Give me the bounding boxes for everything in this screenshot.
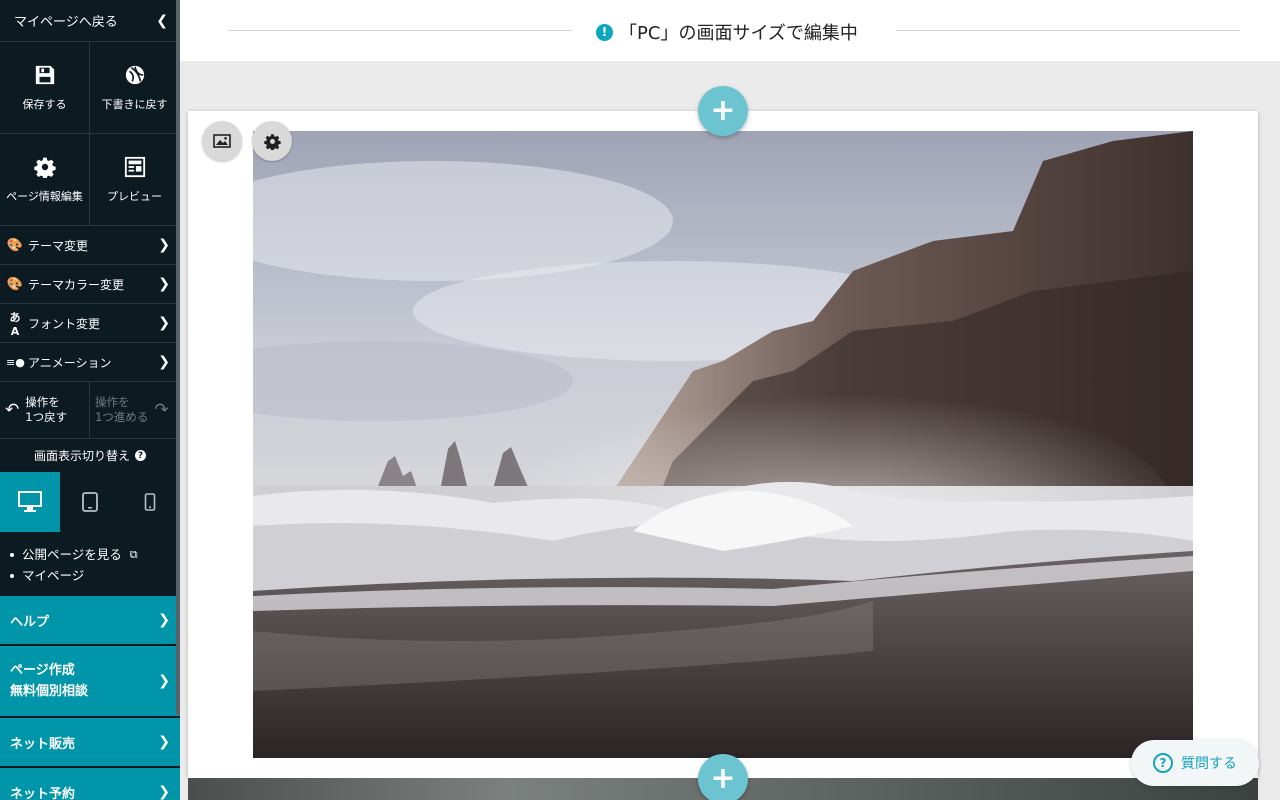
net-reservation-menu-item[interactable]: ネット予約 ❯	[0, 768, 180, 800]
font-change-item[interactable]: あA フォント変更 ❯	[0, 304, 180, 343]
animation-icon: ≡●	[6, 355, 25, 369]
chevron-left-icon: ❮	[156, 12, 168, 29]
help-question-icon[interactable]: ?	[135, 450, 146, 461]
chevron-right-icon: ❯	[158, 354, 170, 370]
animation-item[interactable]: ≡● アニメーション ❯	[0, 343, 180, 382]
smartphone-icon	[144, 493, 156, 511]
device-pc-button[interactable]	[0, 472, 60, 532]
redo-icon: ↷	[154, 399, 169, 420]
help-menu-item[interactable]: ヘルプ ❯	[0, 596, 180, 646]
undo-label-line2: 1つ戻す	[25, 410, 68, 424]
tablet-icon	[82, 492, 98, 512]
redo-label-line1: 操作を	[95, 395, 130, 409]
save-button[interactable]: 保存する	[0, 42, 89, 133]
chevron-right-icon: ❯	[158, 276, 170, 292]
consultation-label-line2: 無料個別相談	[10, 684, 89, 699]
help-menu-label: ヘルプ	[10, 614, 50, 630]
plus-icon: +	[710, 761, 736, 796]
color-palette-icon: 🎨	[6, 276, 24, 292]
net-sales-label: ネット販売	[10, 736, 76, 752]
mypage-link[interactable]: マイページ	[10, 565, 180, 586]
image-replace-button[interactable]	[202, 121, 242, 161]
external-link-icon: ⧉	[129, 548, 138, 561]
gear-icon	[33, 157, 56, 178]
chevron-right-icon: ❯	[158, 315, 170, 331]
restore-draft-label: 下書きに戻す	[101, 97, 168, 111]
net-reservation-label: ネット予約	[10, 786, 76, 800]
theme-color-change-item[interactable]: 🎨 テーマカラー変更 ❯	[0, 265, 180, 304]
view-switch-title: 画面表示切り替え ?	[0, 439, 180, 472]
editor-sidebar: マイページへ戻る ❮ 保存する 下書きに戻す ページ情報編集 プレビュー 🎨 テー…	[0, 0, 180, 800]
view-public-page-link[interactable]: 公開ページを見る ⧉	[10, 544, 180, 565]
image-icon	[213, 134, 231, 148]
page-info-edit-label: ページ情報編集	[6, 189, 83, 203]
editing-mode-banner: ! 「PC」の画面サイズで編集中	[180, 0, 1280, 61]
redo-label-line2: 1つ進める	[95, 410, 149, 424]
theme-change-label: テーマ変更	[28, 238, 89, 253]
editing-mode-message: 「PC」の画面サイズで編集中	[617, 19, 864, 45]
back-to-mypage-button[interactable]: マイページへ戻る ❮	[0, 0, 180, 42]
theme-color-change-label: テーマカラー変更	[28, 277, 125, 292]
font-icon: あA	[9, 310, 21, 338]
restore-draft-icon	[125, 65, 144, 84]
plus-icon: +	[710, 93, 736, 128]
palette-icon: 🎨	[6, 237, 24, 253]
add-section-above-button[interactable]: +	[698, 86, 748, 136]
undo-button[interactable]: ↶ 操作を 1つ戻す	[0, 382, 89, 438]
page-info-edit-button[interactable]: ページ情報編集	[0, 134, 89, 225]
net-sales-menu-item[interactable]: ネット販売 ❯	[0, 718, 180, 768]
section-settings-button[interactable]	[252, 121, 292, 161]
animation-label: アニメーション	[28, 355, 112, 370]
preview-label: プレビュー	[107, 189, 162, 203]
preview-button[interactable]: プレビュー	[89, 134, 179, 225]
redo-button[interactable]: 操作を 1つ進める ↷	[89, 382, 179, 438]
device-tablet-button[interactable]	[60, 472, 120, 532]
ask-question-label: 質問する	[1181, 756, 1237, 772]
chevron-right-icon: ❯	[158, 734, 170, 750]
theme-change-item[interactable]: 🎨 テーマ変更 ❯	[0, 226, 180, 265]
sidebar-scrollbar[interactable]	[176, 0, 180, 715]
device-smartphone-button[interactable]	[120, 472, 180, 532]
ask-question-button[interactable]: ? 質問する	[1131, 740, 1259, 786]
add-section-below-button[interactable]: +	[698, 754, 748, 800]
consultation-label-line1: ページ作成	[10, 663, 75, 678]
restore-draft-button[interactable]: 下書きに戻す	[89, 42, 179, 133]
chevron-right-icon: ❯	[158, 673, 170, 689]
gear-icon	[263, 133, 281, 150]
save-label: 保存する	[22, 97, 67, 111]
chevron-right-icon: ❯	[158, 237, 170, 253]
desktop-icon	[18, 491, 42, 512]
preview-icon	[124, 156, 145, 177]
font-change-label: フォント変更	[28, 316, 101, 331]
chevron-right-icon: ❯	[158, 612, 170, 628]
undo-label-line1: 操作を	[25, 395, 60, 409]
undo-icon: ↶	[5, 399, 20, 420]
question-circle-icon: ?	[1153, 753, 1173, 773]
exclamation-icon: !	[596, 23, 614, 41]
consultation-menu-item[interactable]: ページ作成無料個別相談 ❯	[0, 646, 180, 718]
view-switch-label: 画面表示切り替え	[33, 449, 130, 463]
floppy-disk-icon	[35, 65, 54, 84]
hero-image[interactable]	[253, 131, 1193, 758]
chevron-right-icon: ❯	[158, 784, 170, 800]
back-to-mypage-label: マイページへ戻る	[14, 15, 118, 30]
